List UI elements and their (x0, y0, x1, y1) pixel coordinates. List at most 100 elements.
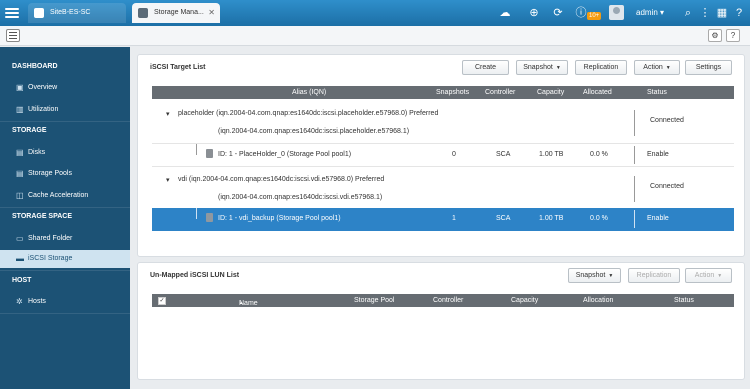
target-row-placeholder[interactable]: ▾ placeholder (iqn.2004-04.com.qnap:es16… (152, 101, 734, 143)
lun-capacity: 1.00 TB (539, 151, 564, 158)
tree-line (196, 208, 197, 219)
sidebar: DASHBOARD ▣ Overview ▥ Utilization STORA… (0, 47, 130, 389)
tab-storage-label: Storage Mana... (154, 9, 204, 16)
sidebar-item-label: iSCSI Storage (28, 255, 73, 262)
target-status: Connected (650, 117, 684, 124)
avatar[interactable] (609, 5, 624, 20)
cloud-icon[interactable]: ☁ (496, 4, 514, 22)
task-icon[interactable]: ⊕ (525, 4, 543, 22)
lun-status: Enable (647, 215, 669, 222)
snapshot-button[interactable]: Snapshot ▼ (568, 268, 621, 283)
create-button[interactable]: Create (462, 60, 509, 75)
col-allocation[interactable]: Allocation (583, 297, 613, 304)
action-button[interactable]: Action ▼ (634, 60, 680, 75)
sidebar-item-hosts[interactable]: ✲ Hosts (0, 293, 130, 311)
expand-icon[interactable]: ▾ (166, 176, 170, 184)
main-menu-icon[interactable] (4, 6, 20, 20)
sidebar-item-label: Storage Pools (28, 170, 72, 177)
expand-icon[interactable]: ▾ (166, 110, 170, 118)
settings-icon[interactable]: ⚙ (708, 29, 722, 42)
sidebar-section-storage: STORAGE (12, 127, 47, 134)
col-alias[interactable]: Alias (IQN) (292, 89, 326, 96)
col-snapshots[interactable]: Snapshots (436, 89, 469, 96)
refresh-icon[interactable]: ⟳ (549, 4, 567, 22)
divider (634, 146, 635, 164)
divider (0, 121, 130, 122)
unmapped-table-header: ✓ Name ▲ Storage Pool Controller Capacit… (152, 294, 734, 307)
lun-snapshots: 0 (452, 151, 456, 158)
sidebar-item-label: Cache Acceleration (28, 192, 89, 199)
list-view-icon[interactable] (6, 29, 20, 42)
action-button[interactable]: Action ▼ (685, 268, 732, 283)
sidebar-section-host: HOST (12, 277, 32, 284)
sidebar-item-disks[interactable]: ▤ Disks (0, 144, 130, 162)
sidebar-item-storage-pools[interactable]: ▤ Storage Pools (0, 165, 130, 183)
lun-status: Enable (647, 151, 669, 158)
lun-allocated: 0.0 % (590, 151, 608, 158)
sidebar-item-label: Hosts (28, 298, 46, 305)
settings-button[interactable]: Settings (685, 60, 732, 75)
lun-icon (206, 149, 213, 158)
col-allocated[interactable]: Allocated (583, 89, 612, 96)
help-icon[interactable]: ? (730, 4, 748, 22)
sidebar-item-iscsi-storage[interactable]: ▬ iSCSI Storage (0, 250, 130, 268)
sidebar-item-label: Disks (28, 149, 46, 156)
sidebar-section-storage-space: STORAGE SPACE (12, 213, 73, 220)
lun-controller: SCA (496, 151, 511, 158)
target-iqn-secondary: (iqn.2004-04.com.qnap:es1640dc:iscsi.vdi… (218, 194, 383, 201)
target-iqn-secondary: (iqn.2004-04.com.qnap:es1640dc:iscsi.pla… (218, 128, 410, 135)
replication-button[interactable]: Replication (628, 268, 680, 283)
tree-line (196, 144, 197, 155)
lun-row[interactable]: ID: 1 - PlaceHolder_0 (Storage Pool pool… (152, 143, 734, 165)
col-controller[interactable]: Controller (433, 297, 463, 304)
target-alias: placeholder (iqn.2004-04.com.qnap:es1640… (178, 110, 439, 117)
divider (0, 207, 130, 208)
top-bar: SiteB-ES-SC Storage Mana... ✕ ☁ ⊕ ⟳ ⓘ 10… (0, 0, 750, 26)
select-all-checkbox[interactable]: ✓ (158, 297, 166, 305)
iscsi-target-panel: iSCSI Target List Create Snapshot ▼ Repli… (137, 54, 745, 257)
disk-icon: ▤ (16, 148, 24, 157)
target-status: Connected (650, 183, 684, 190)
col-controller[interactable]: Controller (485, 89, 515, 96)
sidebar-item-shared-folder[interactable]: ▭ Shared Folder (0, 230, 130, 248)
panel-title: iSCSI Target List (150, 64, 206, 71)
col-capacity[interactable]: Capacity (537, 89, 564, 96)
col-status[interactable]: Status (647, 89, 667, 96)
divider (0, 270, 130, 271)
cache-icon: ◫ (16, 191, 24, 200)
notification-badge: 10+ (587, 12, 602, 20)
sub-toolbar: ⚙ ? (0, 26, 750, 46)
target-alias: vdi (iqn.2004-04.com.qnap:es1640dc:iscsi… (178, 176, 385, 183)
utilization-icon: ▥ (16, 105, 24, 114)
sidebar-item-label: Utilization (28, 106, 59, 113)
close-icon[interactable]: ✕ (208, 3, 215, 23)
gear-icon: ✲ (16, 297, 23, 306)
col-status[interactable]: Status (674, 297, 694, 304)
dashboard-icon[interactable]: ▦ (713, 4, 731, 22)
sidebar-item-overview[interactable]: ▣ Overview (0, 79, 130, 97)
user-menu[interactable]: admin ▾ (636, 8, 664, 17)
iscsi-icon: ▬ (16, 254, 24, 263)
target-row-vdi[interactable]: ▾ vdi (iqn.2004-04.com.qnap:es1640dc:isc… (152, 166, 734, 208)
divider (634, 110, 635, 136)
more-icon[interactable]: ⋮ (696, 4, 714, 22)
col-capacity[interactable]: Capacity (511, 297, 538, 304)
lun-icon (206, 213, 213, 222)
unmapped-lun-panel: Un-Mapped iSCSI LUN List Snapshot ▼ Repli… (137, 262, 745, 380)
replication-button[interactable]: Replication (575, 60, 627, 75)
sidebar-item-cache-acceleration[interactable]: ◫ Cache Acceleration (0, 187, 130, 205)
lun-snapshots: 1 (452, 215, 456, 222)
panel-title: Un-Mapped iSCSI LUN List (150, 272, 240, 279)
tab-storage-manager[interactable]: Storage Mana... ✕ (132, 3, 220, 23)
snapshot-button[interactable]: Snapshot ▼ (516, 60, 568, 75)
col-storage-pool[interactable]: Storage Pool (354, 297, 394, 304)
search-icon[interactable]: ⌕ (679, 4, 697, 22)
sort-icon: ▲ (239, 300, 243, 305)
tab-site[interactable]: SiteB-ES-SC (28, 3, 126, 23)
lun-row-selected[interactable]: ID: 1 - vdi_backup (Storage Pool pool1) … (152, 208, 734, 231)
divider (634, 176, 635, 202)
lun-allocated: 0.0 % (590, 215, 608, 222)
target-table-header: Alias (IQN) Snapshots Controller Capacit… (152, 86, 734, 99)
sidebar-item-utilization[interactable]: ▥ Utilization (0, 101, 130, 119)
help-button-icon[interactable]: ? (726, 29, 740, 42)
